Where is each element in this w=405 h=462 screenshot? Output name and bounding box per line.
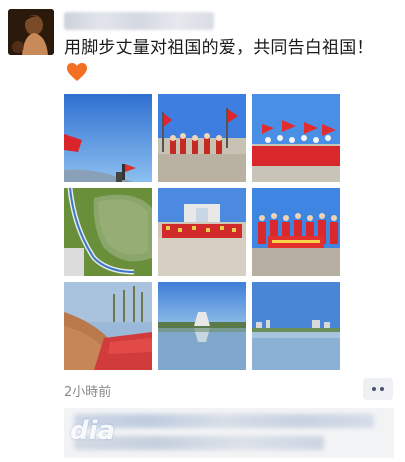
post-text: 用脚步丈量对祖国的爱，共同告白祖国！ — [64, 38, 374, 58]
group-banner-photo[interactable] — [252, 188, 340, 276]
lake-skyline-photo[interactable] — [252, 282, 340, 370]
dot-icon — [372, 387, 376, 391]
avatar[interactable] — [8, 9, 54, 55]
likes-blurred — [74, 414, 374, 428]
red-path-grass-photo[interactable] — [64, 282, 152, 370]
photo-grid — [64, 94, 340, 370]
post-time: 2小時前 — [64, 385, 112, 400]
plaza-crowd-photo[interactable] — [158, 188, 246, 276]
moments-post: 用脚步丈量对祖国的爱，共同告白祖国！ 2小時前 dia net — [0, 0, 405, 462]
watermark-sub: net — [96, 432, 111, 442]
sky-flags-photo[interactable] — [64, 94, 152, 182]
bridge-lake-aerial-photo[interactable] — [64, 188, 152, 276]
marchers-flags-photo[interactable] — [158, 94, 246, 182]
red-stage-group-photo[interactable] — [252, 94, 340, 182]
dot-icon — [380, 387, 384, 391]
username-blurred[interactable] — [64, 12, 214, 30]
more-options-button[interactable] — [363, 378, 393, 400]
orange-heart-icon — [67, 63, 87, 81]
gate-reflection-photo[interactable] — [158, 282, 246, 370]
